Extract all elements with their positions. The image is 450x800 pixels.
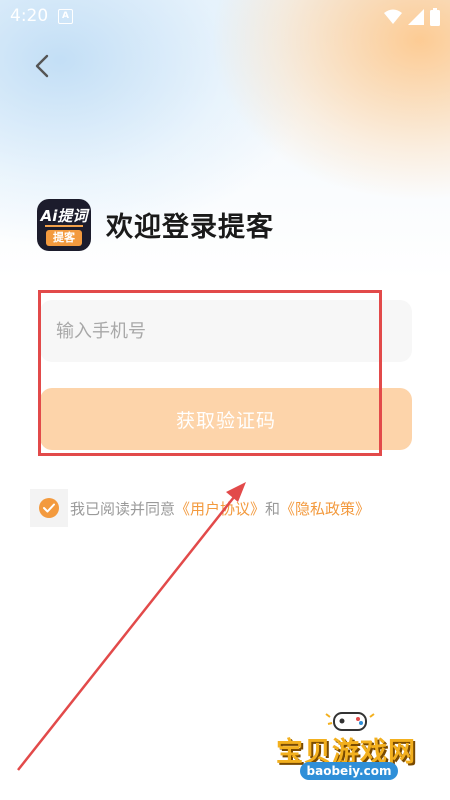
- agreement-row: 我已阅读并同意《用户协议》和《隐私政策》: [30, 489, 370, 527]
- agreement-conjunction: 和: [265, 499, 281, 518]
- signal-icon: [408, 9, 424, 25]
- app-logo: Ai提词 提客: [37, 199, 91, 251]
- wifi-icon: [384, 9, 402, 24]
- site-watermark: 宝贝游戏网 baobeiy.com: [270, 708, 430, 788]
- phone-input[interactable]: [40, 300, 412, 362]
- privacy-policy-link[interactable]: 《隐私政策》: [280, 500, 370, 518]
- battery-icon: [430, 8, 440, 26]
- agreement-checkbox[interactable]: [30, 489, 68, 527]
- status-icons: [384, 8, 440, 26]
- notification-a-icon: A: [58, 9, 73, 24]
- back-button[interactable]: [28, 50, 58, 82]
- logo-top-text: Ai提词: [40, 207, 88, 225]
- check-icon: [43, 503, 55, 513]
- agreement-text: 我已阅读并同意《用户协议》和《隐私政策》: [70, 498, 370, 519]
- logo-divider: [45, 225, 83, 227]
- user-agreement-link[interactable]: 《用户协议》: [175, 500, 265, 518]
- get-code-button[interactable]: 获取验证码: [40, 388, 412, 450]
- checkbox-checked-icon: [39, 498, 59, 518]
- status-time: 4:20: [10, 6, 49, 26]
- logo-bottom-text: 提客: [46, 230, 82, 246]
- agreement-prefix: 我已阅读并同意: [70, 499, 176, 518]
- chevron-left-icon: [35, 54, 49, 78]
- page-title: 欢迎登录提客: [106, 212, 274, 243]
- watermark-url: baobeiy.com: [300, 762, 398, 780]
- status-bar: 4:20 A: [0, 0, 450, 34]
